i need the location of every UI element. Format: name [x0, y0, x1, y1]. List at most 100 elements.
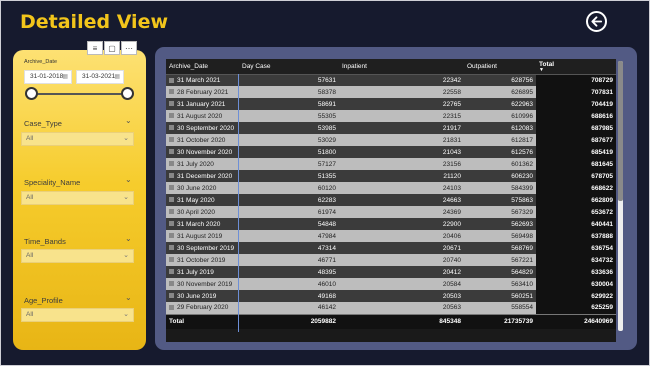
table-row[interactable]: 31 October 2020 53029 21831 612817 687677 — [166, 134, 616, 146]
column-header-inpatient[interactable]: Inpatient — [339, 59, 464, 75]
cell-day-case: 53985 — [239, 122, 339, 134]
cell-outpatient: 569498 — [464, 230, 536, 242]
calendar-icon[interactable]: ▦ — [114, 73, 120, 80]
column-header-total[interactable]: Total ▼ — [536, 59, 616, 75]
expand-row-icon[interactable] — [169, 209, 174, 215]
cell-inpatient: 20671 — [339, 242, 464, 254]
table-row[interactable]: 31 July 2019 48395 20412 564829 633636 — [166, 266, 616, 278]
cell-outpatient: 606230 — [464, 170, 536, 182]
expand-row-icon[interactable] — [169, 233, 174, 239]
table-row[interactable]: 30 September 2019 47314 20671 568769 636754 — [166, 242, 616, 254]
expand-row-icon[interactable] — [169, 113, 174, 119]
cell-day-case: 62283 — [239, 194, 339, 206]
speciality-dropdown[interactable]: All ⌄ — [21, 191, 134, 205]
table-row[interactable]: 31 August 2020 55305 22315 610996 688616 — [166, 110, 616, 122]
expand-row-icon[interactable] — [169, 161, 174, 167]
filter-icon[interactable]: ≡ — [87, 41, 103, 55]
cell-inpatient: 21831 — [339, 134, 464, 146]
table-total-row: Total 2059882 845348 21735739 24640969 — [166, 313, 616, 329]
table-row[interactable]: 29 February 2020 46142 20563 558554 625259 — [166, 302, 616, 314]
table-row[interactable]: 31 December 2020 51355 21120 606230 678705 — [166, 170, 616, 182]
cell-archive-date: 31 August 2020 — [166, 110, 239, 122]
cell-inpatient: 22765 — [339, 98, 464, 110]
table-row[interactable]: 31 March 2021 57631 22342 628756 708729 — [166, 74, 616, 86]
date-range-start-handle[interactable] — [25, 87, 38, 100]
cell-inpatient: 22342 — [339, 74, 464, 86]
data-table-container[interactable]: Archive_Date Day Case Inpatient Outpatie… — [166, 59, 616, 342]
date-range-end-handle[interactable] — [121, 87, 134, 100]
cell-archive-date: 31 December 2020 — [166, 170, 239, 182]
expand-row-icon[interactable] — [169, 149, 174, 155]
table-row[interactable]: 30 June 2020 60120 24103 584399 668622 — [166, 182, 616, 194]
more-options-icon[interactable]: ⋯ — [121, 41, 137, 55]
chevron-down-icon[interactable]: ⌄ — [125, 234, 132, 243]
table-row[interactable]: 30 November 2019 46010 20584 563410 630004 — [166, 278, 616, 290]
cell-archive-date: 30 November 2020 — [166, 146, 239, 158]
table-row[interactable]: 31 August 2019 47984 20406 569498 637888 — [166, 230, 616, 242]
table-row[interactable]: 31 January 2021 58691 22765 622963 704419 — [166, 98, 616, 110]
table-row[interactable]: 31 July 2020 57127 23156 601362 681645 — [166, 158, 616, 170]
table-row[interactable]: 30 April 2020 61974 24369 567329 653672 — [166, 206, 616, 218]
cell-inpatient: 22900 — [339, 218, 464, 230]
cell-outpatient: 612817 — [464, 134, 536, 146]
cell-total: 678705 — [536, 170, 616, 182]
expand-row-icon[interactable] — [169, 305, 174, 311]
cell-day-case: 58691 — [239, 98, 339, 110]
cell-outpatient: 575863 — [464, 194, 536, 206]
table-scrollbar-thumb[interactable] — [618, 61, 623, 201]
cell-archive-date-text: 31 August 2019 — [177, 232, 223, 240]
cell-total-day-case: 2059882 — [239, 313, 339, 329]
case-type-dropdown[interactable]: All ⌄ — [21, 132, 134, 146]
age-profile-dropdown[interactable]: All ⌄ — [21, 308, 134, 322]
expand-row-icon[interactable] — [169, 245, 174, 251]
chevron-down-icon[interactable]: ⌄ — [125, 116, 132, 125]
table-row[interactable]: 31 March 2020 54848 22900 562693 640441 — [166, 218, 616, 230]
expand-row-icon[interactable] — [169, 137, 174, 143]
cell-outpatient: 601362 — [464, 158, 536, 170]
expand-row-icon[interactable] — [169, 77, 174, 83]
cell-outpatient: 562693 — [464, 218, 536, 230]
date-from-input[interactable]: 31-01-2018 ▦ — [24, 70, 72, 84]
table-row[interactable]: 30 June 2019 49168 20503 560251 629922 — [166, 290, 616, 302]
table-row[interactable]: 28 February 2021 58378 22558 626895 707831 — [166, 86, 616, 98]
date-to-input[interactable]: 31-03-2021 ▦ — [76, 70, 124, 84]
column-header-day-case[interactable]: Day Case — [239, 59, 339, 75]
cell-total: 707831 — [536, 86, 616, 98]
cell-total: 637888 — [536, 230, 616, 242]
expand-row-icon[interactable] — [169, 173, 174, 179]
expand-row-icon[interactable] — [169, 281, 174, 287]
expand-row-icon[interactable] — [169, 185, 174, 191]
time-bands-dropdown[interactable]: All ⌄ — [21, 249, 134, 263]
focus-mode-icon[interactable]: ▢ — [104, 41, 120, 55]
expand-row-icon[interactable] — [169, 269, 174, 275]
date-range-slider-track[interactable] — [31, 93, 128, 95]
table-row[interactable]: 31 May 2020 62283 24663 575863 662809 — [166, 194, 616, 206]
chevron-down-icon[interactable]: ⌄ — [125, 175, 132, 184]
column-header-archive-date[interactable]: Archive_Date — [166, 59, 239, 75]
column-header-outpatient[interactable]: Outpatient — [464, 59, 536, 75]
expand-row-icon[interactable] — [169, 101, 174, 107]
cell-archive-date-text: 28 February 2021 — [177, 88, 229, 96]
cell-archive-date-text: 31 July 2019 — [177, 268, 214, 276]
back-button[interactable] — [586, 11, 607, 32]
expand-row-icon[interactable] — [169, 125, 174, 131]
expand-row-icon[interactable] — [169, 89, 174, 95]
table-row[interactable]: 30 September 2020 53985 21917 612083 687985 — [166, 122, 616, 134]
expand-row-icon[interactable] — [169, 257, 174, 263]
expand-row-icon[interactable] — [169, 221, 174, 227]
cell-day-case: 49168 — [239, 290, 339, 302]
cell-inpatient: 24369 — [339, 206, 464, 218]
cell-archive-date-text: 31 October 2019 — [177, 256, 226, 264]
cell-total: 662809 — [536, 194, 616, 206]
cell-inpatient: 20503 — [339, 290, 464, 302]
chevron-down-icon[interactable]: ⌄ — [125, 293, 132, 302]
expand-row-icon[interactable] — [169, 293, 174, 299]
calendar-icon[interactable]: ▦ — [62, 73, 68, 80]
date-from-value: 31-01-2018 — [30, 73, 64, 80]
expand-row-icon[interactable] — [169, 197, 174, 203]
cell-inpatient: 22315 — [339, 110, 464, 122]
table-row[interactable]: 31 October 2019 46771 20740 567221 634732 — [166, 254, 616, 266]
cell-day-case: 48395 — [239, 266, 339, 278]
cell-archive-date-text: 29 February 2020 — [177, 304, 229, 312]
table-row[interactable]: 30 November 2020 51800 21043 612576 685419 — [166, 146, 616, 158]
